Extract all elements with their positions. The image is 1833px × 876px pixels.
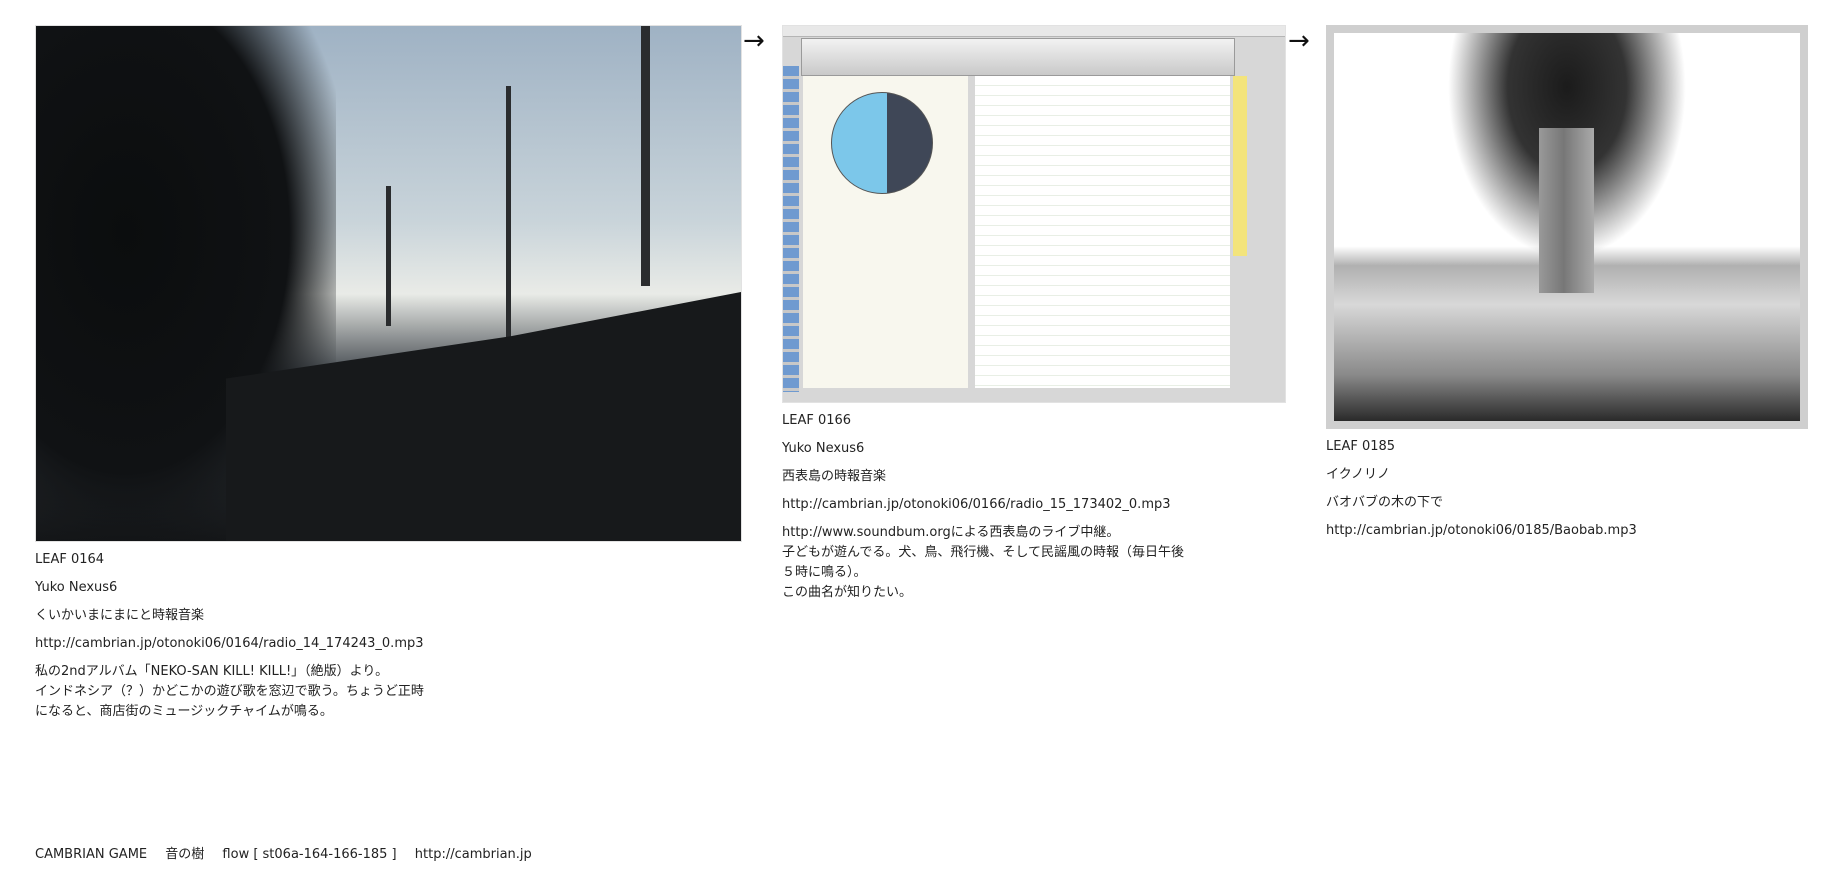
leaf-description: http://www.soundbum.orgによる西表島のライブ中継。 子ども… xyxy=(782,525,1184,600)
page-right-pane xyxy=(975,76,1230,388)
leaf-0166-column: LEAF 0166 Yuko Nexus6 西表島の時報音楽 http://ca… xyxy=(782,25,1286,603)
globe-icon xyxy=(831,92,933,194)
leaf-url-link[interactable]: http://cambrian.jp/otonoki06/0166/radio_… xyxy=(782,495,1184,515)
leaf-0185-column: LEAF 0185 イクノリノ バオバブの木の下で http://cambria… xyxy=(1326,25,1808,541)
leaf-url-link[interactable]: http://cambrian.jp/otonoki06/0164/radio_… xyxy=(35,634,435,654)
leaf-artist: Yuko Nexus6 xyxy=(35,580,118,595)
leaf-title: 西表島の時報音楽 xyxy=(782,469,887,484)
footer-flow: flow [ st06a-164-166-185 ] xyxy=(222,847,397,862)
baobab-trunk xyxy=(1539,128,1594,293)
leaf-url-link[interactable]: http://cambrian.jp/otonoki06/0185/Baobab… xyxy=(1326,521,1808,541)
leaf-artist: Yuko Nexus6 xyxy=(782,441,865,456)
utility-pole xyxy=(641,26,650,286)
leaf-0164-photo[interactable] xyxy=(35,25,742,542)
menubar xyxy=(783,26,1285,37)
browser-toolbar xyxy=(801,38,1235,76)
footer-site-link[interactable]: http://cambrian.jp xyxy=(415,847,532,862)
dock xyxy=(783,66,799,392)
leaf-title: バオバブの木の下で xyxy=(1326,495,1444,510)
leaf-0166-screenshot[interactable] xyxy=(782,25,1286,403)
yellow-sidebar xyxy=(1233,76,1247,256)
leaf-artist: イクノリノ xyxy=(1326,467,1390,482)
flow-arrow-icon: → xyxy=(743,26,765,56)
leaf-id: LEAF 0164 xyxy=(35,552,105,567)
leaf-0185-image[interactable] xyxy=(1326,25,1808,429)
footer-project: 音の樹 xyxy=(165,847,205,862)
leaf-id: LEAF 0185 xyxy=(1326,439,1396,454)
footer-game: CAMBRIAN GAME xyxy=(35,847,148,862)
leaf-0164-column: LEAF 0164 Yuko Nexus6 くいかいまにまにと時報音楽 http… xyxy=(35,25,742,722)
footer: CAMBRIAN GAME 音の樹 flow [ st06a-164-166-1… xyxy=(35,845,546,865)
leaf-id: LEAF 0166 xyxy=(782,413,852,428)
flow-arrow-icon: → xyxy=(1288,26,1310,56)
utility-pole xyxy=(386,186,391,326)
leaf-title: くいかいまにまにと時報音楽 xyxy=(35,608,205,623)
leaf-description: 私の2ndアルバム「NEKO-SAN KILL! KILL!」（絶版）より。 イ… xyxy=(35,664,424,719)
